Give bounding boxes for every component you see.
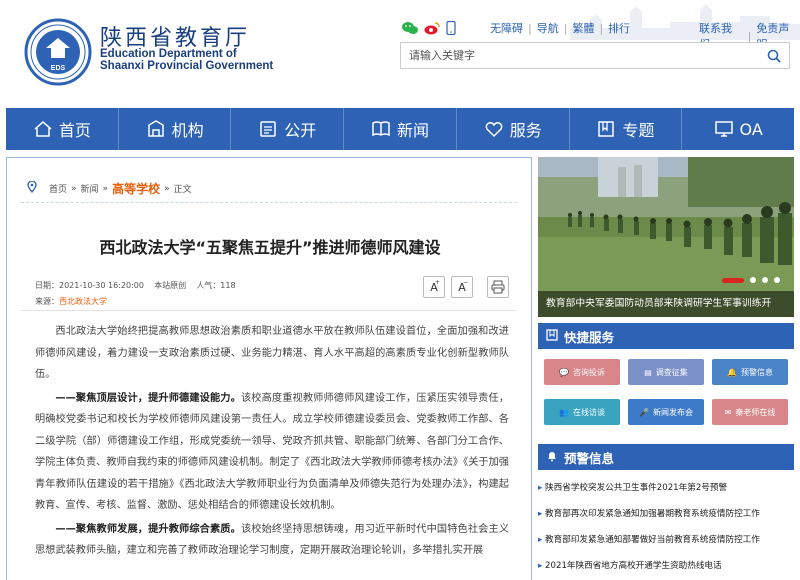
breadcrumb-separator: » — [102, 183, 109, 194]
nav-item-oa[interactable]: OA — [682, 108, 794, 150]
quick-service-header: 快捷服务 — [538, 323, 794, 349]
article-paragraph: 西北政法大学始终把提高教师思想政治素质和职业道德水平放在教师队伍建设首位，全面加… — [35, 326, 509, 380]
article-paragraph: ——聚焦教师发展，提升教师综合素质。该校始终坚持思想铸魂，用习近平新时代中国特色… — [35, 523, 509, 557]
site-title-english-line2: Shaanxi Provincial Government — [100, 60, 274, 72]
carousel-indicators — [722, 277, 780, 283]
breadcrumb-category[interactable]: 高等学校 — [112, 180, 160, 197]
article-title: 西北政法大学“五聚焦五提升”推进师德师风建设 — [99, 238, 441, 257]
press-conference-button[interactable]: 🎤 新闻发布会 — [628, 399, 704, 425]
nav-item-home[interactable]: 首页 — [6, 108, 119, 150]
bookmark-icon — [598, 121, 615, 137]
news-carousel[interactable]: 教育部中央军委国防动员部来陕调研学生军事训练开 — [538, 157, 794, 317]
breadcrumb-current: 正文 — [173, 185, 192, 195]
mobile-icon[interactable] — [446, 20, 456, 39]
divider — [21, 310, 517, 311]
warning-item[interactable]: 陕西省学校突发公共卫生事件2021年第2号预警 — [538, 475, 794, 501]
nav-item-label: 新闻 — [397, 121, 430, 140]
carousel-dot[interactable] — [762, 277, 768, 283]
nav-item-institutions[interactable]: 机构 — [119, 108, 232, 150]
article-meta: 日期：2021-10-30 16:20:00 本站原创 人气：118 来源：西北… — [35, 278, 236, 310]
document-icon — [260, 121, 277, 137]
nav-item-news[interactable]: 新闻 — [344, 108, 457, 150]
site-title-english: Education Department of Shaanxi Provinci… — [100, 48, 273, 72]
nav-item-label: 专题 — [622, 121, 655, 140]
survey-button[interactable]: ▤ 调查征集 — [628, 359, 704, 385]
print-button[interactable] — [487, 276, 509, 298]
article-source[interactable]: 西北政法大学 — [59, 297, 107, 306]
teacher-qin-online-button[interactable]: ✉ 秦老师在线 — [712, 399, 788, 425]
article-paragraph: ——聚焦顶层设计，提升师德建设能力。该校高度重视教师师德师风建设工作，压紧压实领… — [35, 392, 509, 512]
warning-item[interactable]: 教育部印发紧急通知部署做好当前教育系统疫情防控工作 — [538, 527, 794, 553]
carousel-caption[interactable]: 教育部中央军委国防动员部来陕调研学生军事训练开 — [538, 291, 794, 317]
warnings-title: 预警信息 — [564, 450, 615, 466]
nav-item-label: 首页 — [58, 121, 91, 140]
alarm-icon: 🔔 — [727, 367, 737, 377]
nav-item-label: 机构 — [171, 121, 204, 140]
ranking-link[interactable]: 排行 — [608, 20, 630, 36]
weibo-icon[interactable] — [424, 20, 440, 39]
nav-item-label: 服务 — [509, 121, 542, 140]
article-body: 西北政法大学始终把提高教师思想政治素质和职业道德水平放在教师队伍建设首位，全面加… — [35, 321, 509, 564]
alarm-icon — [546, 450, 558, 465]
monitor-icon — [714, 121, 733, 137]
article-views: 人气：118 — [196, 281, 236, 290]
accessibility-link[interactable]: 无障碍 — [490, 20, 523, 36]
navigation-link[interactable]: 导航 — [537, 20, 559, 36]
breadcrumb: 首页 » 新闻 » 高等学校 » 正文 — [27, 180, 192, 197]
warnings-list: 陕西省学校突发公共卫生事件2021年第2号预警 教育部再次印发紧急通知加强暑期教… — [538, 475, 794, 579]
carousel-dot[interactable] — [722, 277, 744, 283]
site-title-english-line1: Education Department of — [100, 48, 237, 60]
nav-item-label: OA — [739, 119, 763, 139]
quick-service-title: 快捷服务 — [564, 329, 615, 345]
breadcrumb-news[interactable]: 新闻 — [81, 182, 99, 195]
mail-icon: ✉ — [724, 407, 732, 417]
font-decrease-button[interactable]: A − — [451, 276, 473, 298]
department-emblem-logo: EDS — [24, 18, 92, 86]
nav-item-label: 公开 — [284, 121, 317, 140]
search-box — [400, 42, 790, 69]
printer-icon — [491, 280, 505, 294]
location-pin-icon — [27, 180, 37, 196]
home-icon — [34, 121, 52, 137]
article-date: 日期：2021-10-30 16:20:00 — [35, 281, 144, 290]
traditional-chinese-link[interactable]: 繁體 — [572, 20, 594, 36]
online-interview-button[interactable]: 👥 在线访谈 — [544, 399, 620, 425]
search-icon[interactable] — [767, 48, 781, 67]
article-origin: 本站原创 — [154, 281, 187, 290]
carousel-dot[interactable] — [750, 277, 756, 283]
mic-icon: 🎤 — [639, 407, 649, 417]
warning-info-button[interactable]: 🔔 预警信息 — [712, 359, 788, 385]
font-increase-button[interactable]: A + — [423, 276, 445, 298]
warnings-header: 预警信息 — [538, 444, 794, 470]
breadcrumb-separator: » — [164, 183, 170, 194]
survey-icon: ▤ — [644, 367, 652, 377]
breadcrumb-separator: » — [71, 183, 77, 194]
nav-item-public[interactable]: 公开 — [231, 108, 345, 150]
quick-service-grid: 💬 咨询投诉 ▤ 调查征集 🔔 预警信息 👥 在线访谈 🎤 新闻发布会 ✉ 秦老师在线 — [544, 359, 788, 425]
accessibility-links: 无障碍 | 导航 | 繁體 | 排行 — [490, 20, 631, 36]
article-tools: A + A − — [423, 276, 509, 298]
wechat-icon[interactable] — [402, 20, 418, 39]
search-input[interactable] — [401, 43, 741, 68]
people-icon: 👥 — [559, 407, 569, 417]
consult-complaint-button[interactable]: 💬 咨询投诉 — [544, 359, 620, 385]
nav-item-topics[interactable]: 专题 — [570, 108, 683, 150]
bookmark-icon — [546, 328, 558, 344]
warning-item[interactable]: 2021年陕西省地方高校开通学生资助热线电话 — [538, 553, 794, 579]
nav-item-services[interactable]: 服务 — [457, 108, 570, 150]
carousel-dot[interactable] — [774, 277, 780, 283]
social-links — [402, 20, 456, 39]
chat-icon: 💬 — [559, 367, 569, 377]
site-header: EDS 陕西省教育厅 Education Department of Shaan… — [0, 0, 800, 108]
building-icon — [147, 120, 164, 137]
article-source-label: 来源： — [35, 297, 59, 306]
article-panel: 首页 » 新闻 » 高等学校 » 正文 西北政法大学“五聚焦五提升”推进师德师风… — [6, 157, 532, 580]
breadcrumb-home[interactable]: 首页 — [49, 182, 67, 195]
svg-text:EDS: EDS — [51, 65, 66, 72]
book-icon — [372, 121, 390, 137]
warning-item[interactable]: 教育部再次印发紧急通知加强暑期教育系统疫情防控工作 — [538, 501, 794, 527]
main-navigation: 首页 机构 公开 新闻 服务 专题 OA — [6, 108, 794, 150]
divider — [21, 202, 517, 203]
heart-icon — [485, 122, 503, 138]
